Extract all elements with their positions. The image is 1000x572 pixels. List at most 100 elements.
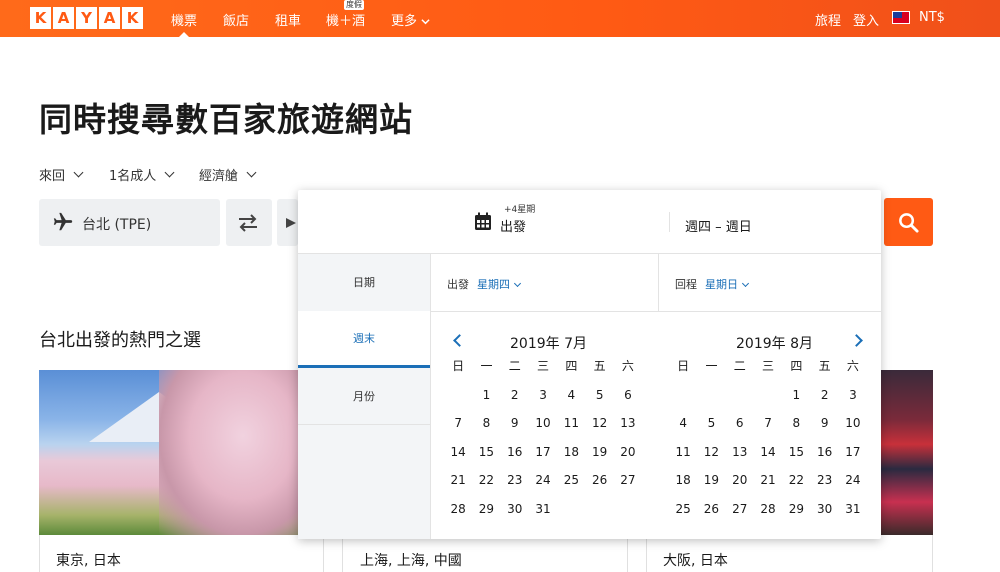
calendar-day[interactable]: 26: [585, 473, 613, 502]
nav-packages[interactable]: 機＋酒: [326, 10, 365, 29]
calendar-day[interactable]: 6: [614, 388, 642, 417]
calendar-day[interactable]: 10: [529, 416, 557, 445]
calendar-day[interactable]: 13: [614, 416, 642, 445]
nav-more-label: 更多: [391, 14, 418, 29]
osaka-photo[interactable]: [880, 370, 933, 535]
calendar-day[interactable]: 1: [472, 388, 500, 417]
calendar-day[interactable]: 18: [557, 445, 585, 474]
calendar-day[interactable]: 25: [557, 473, 585, 502]
nav-cars[interactable]: 租車: [275, 10, 301, 29]
tab-months[interactable]: 月份: [298, 368, 430, 424]
calendar-day[interactable]: 20: [614, 445, 642, 474]
calendar-day[interactable]: 9: [810, 416, 838, 445]
calendar-day[interactable]: 5: [585, 388, 613, 417]
weekday-header: 一: [705, 359, 718, 373]
destination-name[interactable]: 上海, 上海, 中國: [360, 550, 462, 570]
calendar-day[interactable]: 13: [726, 445, 754, 474]
nav-hotels[interactable]: 飯店: [223, 10, 249, 29]
destination-name[interactable]: 大阪, 日本: [663, 550, 728, 570]
calendar-day[interactable]: 1: [782, 388, 810, 417]
destination-name[interactable]: 東京, 日本: [56, 550, 121, 570]
calendar-day[interactable]: 19: [697, 473, 725, 502]
calendar-day[interactable]: 24: [529, 473, 557, 502]
calendar-day[interactable]: 31: [529, 502, 557, 531]
calendar-day[interactable]: 27: [614, 473, 642, 502]
calendar-day[interactable]: 9: [501, 416, 529, 445]
calendar-day[interactable]: 10: [839, 416, 867, 445]
calendar-day[interactable]: 21: [754, 473, 782, 502]
calendar-day[interactable]: 16: [501, 445, 529, 474]
calendar-day[interactable]: 4: [669, 416, 697, 445]
travelers-dropdown[interactable]: 1名成人: [109, 165, 175, 184]
calendar-day[interactable]: 22: [472, 473, 500, 502]
return-day-dropdown[interactable]: 星期日: [705, 276, 750, 292]
return-day-label: 回程: [675, 278, 697, 291]
return-date-field[interactable]: 週四 – 週日: [685, 216, 752, 235]
tokyo-photo[interactable]: [39, 370, 299, 535]
calendar-day[interactable]: 23: [501, 473, 529, 502]
calendar-day[interactable]: 11: [557, 416, 585, 445]
calendar-day[interactable]: 29: [472, 502, 500, 531]
calendar-day[interactable]: 4: [557, 388, 585, 417]
calendar-day[interactable]: 20: [726, 473, 754, 502]
next-month-arrow-icon[interactable]: [850, 334, 863, 347]
calendar-day[interactable]: 24: [839, 473, 867, 502]
empty-day-cell: [754, 388, 782, 417]
search-button[interactable]: [884, 198, 933, 246]
chevron-down-icon: [421, 19, 430, 25]
tab-weekends[interactable]: 週末: [298, 311, 430, 368]
calendar-day[interactable]: 3: [529, 388, 557, 417]
currency-selector[interactable]: NT$: [919, 10, 945, 25]
calendar-day[interactable]: 8: [472, 416, 500, 445]
calendar-day[interactable]: 5: [697, 416, 725, 445]
calendar-day[interactable]: 12: [697, 445, 725, 474]
nav-flights[interactable]: 機票: [171, 10, 197, 38]
calendar-day[interactable]: 2: [501, 388, 529, 417]
trip-type-dropdown[interactable]: 來回: [39, 165, 84, 184]
calendar-day[interactable]: 7: [754, 416, 782, 445]
calendar-day[interactable]: 14: [444, 445, 472, 474]
depart-day-dropdown[interactable]: 星期四: [477, 276, 522, 292]
calendar-day[interactable]: 28: [444, 502, 472, 531]
calendar-day[interactable]: 29: [782, 502, 810, 531]
calendar-day[interactable]: 15: [782, 445, 810, 474]
calendar-day[interactable]: 27: [726, 502, 754, 531]
tab-dates[interactable]: 日期: [298, 254, 430, 310]
cabin-dropdown[interactable]: 經濟艙: [199, 165, 257, 184]
calendar-day[interactable]: 31: [839, 502, 867, 531]
calendar-day[interactable]: 6: [726, 416, 754, 445]
calendar-day[interactable]: 2: [810, 388, 838, 417]
depart-date-field[interactable]: 出發: [500, 216, 526, 235]
calendar-day[interactable]: 3: [839, 388, 867, 417]
calendar-day[interactable]: 26: [697, 502, 725, 531]
weekday-header: 二: [733, 359, 746, 373]
calendar-day[interactable]: 12: [585, 416, 613, 445]
nav-more[interactable]: 更多: [391, 10, 430, 29]
calendar-day[interactable]: 7: [444, 416, 472, 445]
weekday-header: 一: [480, 359, 493, 373]
nav-trips[interactable]: 旅程: [815, 10, 841, 29]
calendar-icon: [475, 212, 491, 230]
calendar-day[interactable]: 15: [472, 445, 500, 474]
calendar-day[interactable]: 23: [810, 473, 838, 502]
calendar-day[interactable]: 17: [529, 445, 557, 474]
calendar-day[interactable]: 30: [501, 502, 529, 531]
popular-section-title: 台北出發的熱門之選: [39, 330, 201, 351]
kayak-logo[interactable]: K A Y A K: [30, 7, 143, 29]
calendar-day[interactable]: 30: [810, 502, 838, 531]
calendar-day[interactable]: 22: [782, 473, 810, 502]
calendar-day[interactable]: 18: [669, 473, 697, 502]
calendar-day[interactable]: 25: [669, 502, 697, 531]
taiwan-flag-icon[interactable]: [892, 11, 910, 24]
calendar-day[interactable]: 19: [585, 445, 613, 474]
calendar-day[interactable]: 16: [810, 445, 838, 474]
nav-login[interactable]: 登入: [853, 10, 879, 29]
calendar-day[interactable]: 28: [754, 502, 782, 531]
prev-month-arrow-icon[interactable]: [453, 334, 466, 347]
calendar-day[interactable]: 17: [839, 445, 867, 474]
calendar-day[interactable]: 21: [444, 473, 472, 502]
calendar-day[interactable]: 11: [669, 445, 697, 474]
weekday-header: 六: [846, 359, 859, 373]
calendar-day[interactable]: 14: [754, 445, 782, 474]
calendar-day[interactable]: 8: [782, 416, 810, 445]
